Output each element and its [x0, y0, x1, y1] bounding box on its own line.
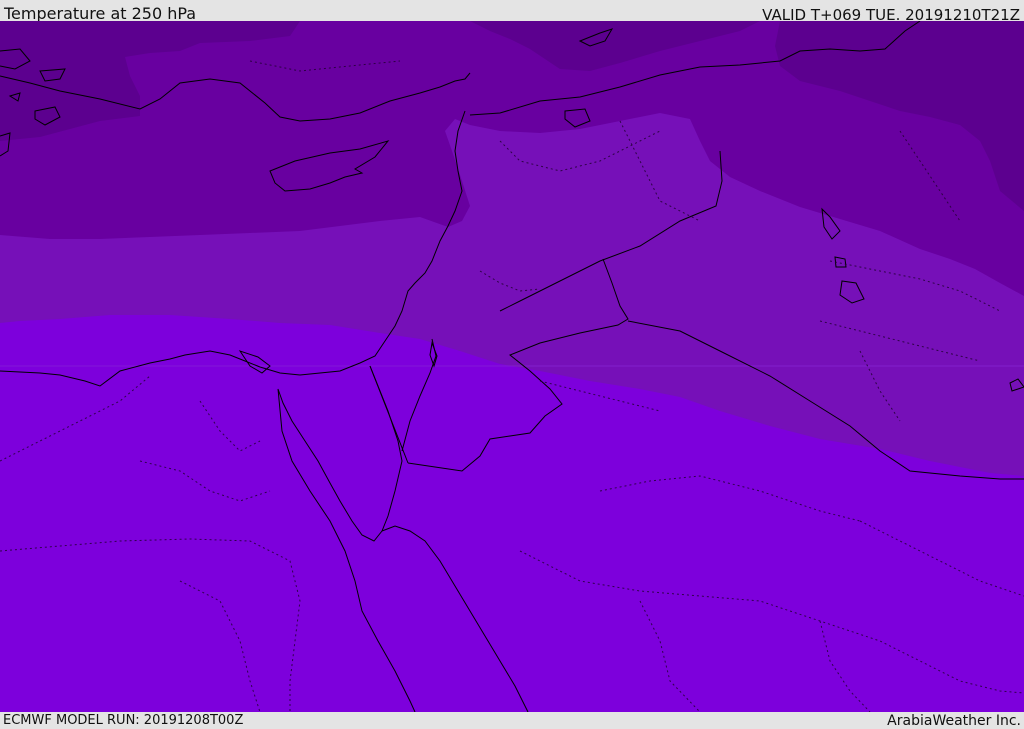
model-run-label: ECMWF MODEL RUN: 20191208T00Z [3, 713, 244, 728]
map-canvas [0, 21, 1024, 712]
footer-bar: ECMWF MODEL RUN: 20191208T00Z ArabiaWeat… [0, 712, 1024, 729]
header-bar: Temperature at 250 hPa VALID T+069 TUE. … [0, 0, 1024, 24]
weather-map-frame: Temperature at 250 hPa VALID T+069 TUE. … [0, 0, 1024, 729]
credit-label: ArabiaWeather Inc. [887, 713, 1021, 729]
temperature-map [0, 21, 1024, 712]
